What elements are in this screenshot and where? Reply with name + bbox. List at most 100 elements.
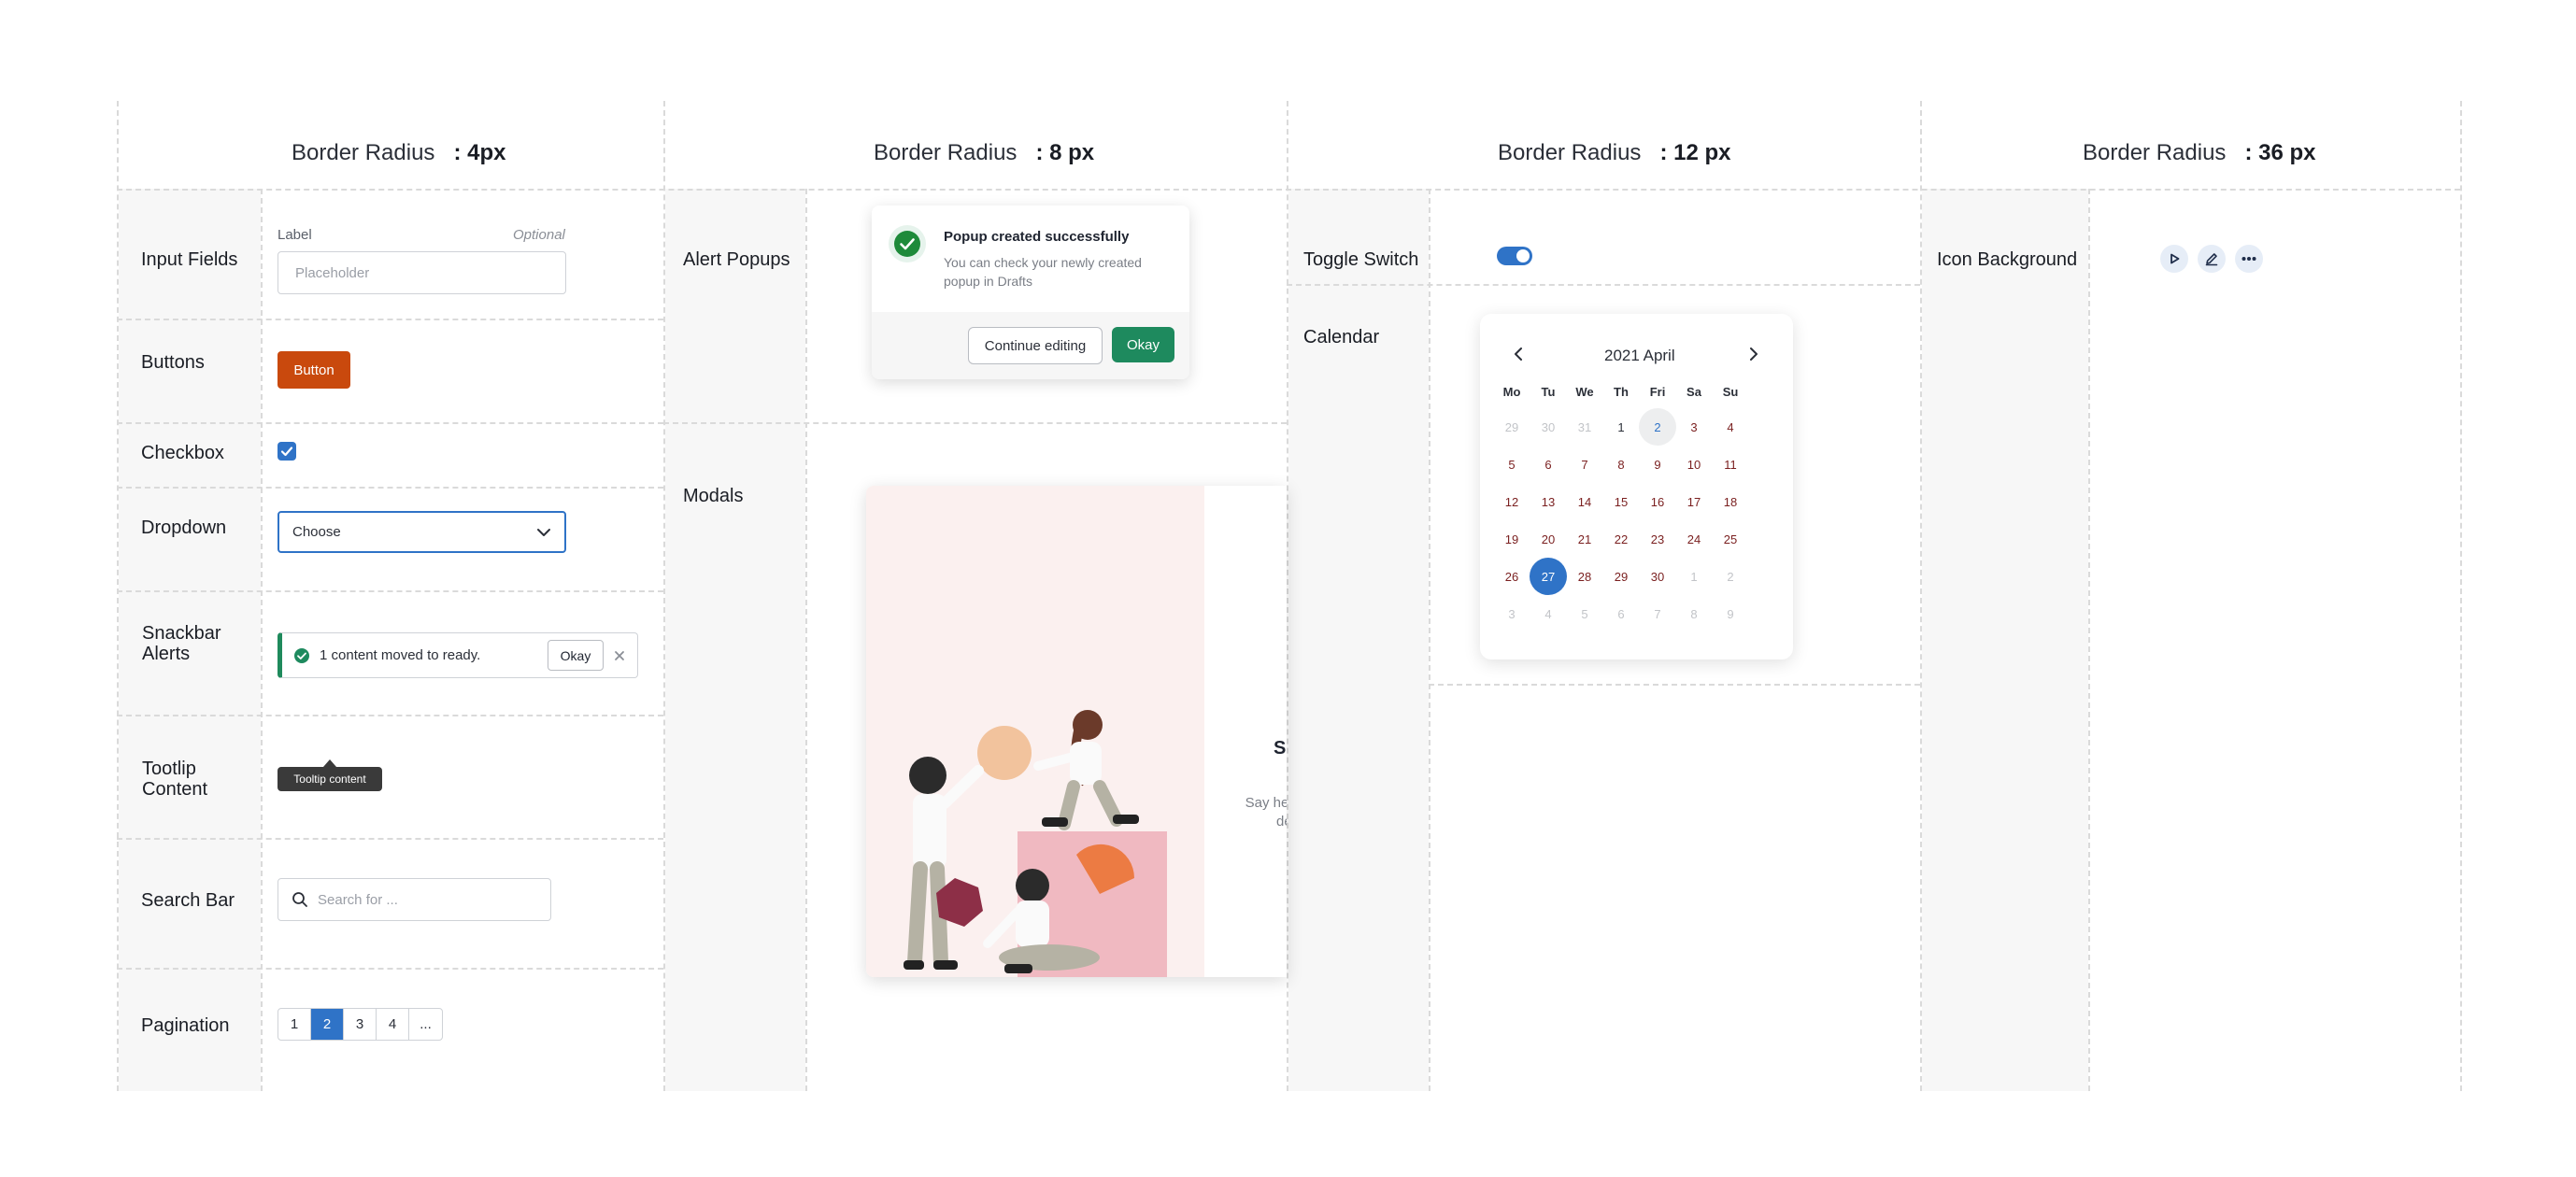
- calendar-day[interactable]: 5: [1493, 446, 1530, 483]
- page-button[interactable]: 4: [377, 1009, 409, 1040]
- calendar-day[interactable]: 20: [1530, 520, 1567, 558]
- column-header-8px: Border Radius : 8 px: [874, 140, 1094, 166]
- play-icon-button[interactable]: [2160, 245, 2188, 273]
- calendar-day[interactable]: 31: [1566, 408, 1603, 446]
- alert-body: You can check your newly created popup i…: [944, 253, 1142, 291]
- calendar-day[interactable]: 9: [1639, 446, 1676, 483]
- people-illustration: [904, 710, 1167, 977]
- calendar-day[interactable]: 25: [1712, 520, 1749, 558]
- calendar-day[interactable]: 7: [1566, 446, 1603, 483]
- alert-body-line: You can check your newly created: [944, 255, 1142, 270]
- calendar-day[interactable]: 1: [1602, 408, 1640, 446]
- calendar-day[interactable]: 24: [1675, 520, 1713, 558]
- calendar-day[interactable]: 2: [1712, 558, 1749, 595]
- calendar-day[interactable]: 13: [1530, 483, 1567, 520]
- calendar-day[interactable]: 15: [1602, 483, 1640, 520]
- calendar-day[interactable]: 19: [1493, 520, 1530, 558]
- calendar-day[interactable]: 3: [1493, 595, 1530, 632]
- calendar-day[interactable]: 4: [1712, 408, 1749, 446]
- calendar-day[interactable]: 18: [1712, 483, 1749, 520]
- dropdown-select[interactable]: Choose: [278, 511, 566, 553]
- calendar-day[interactable]: 6: [1602, 595, 1640, 632]
- calendar-day[interactable]: 8: [1602, 446, 1640, 483]
- calendar-day[interactable]: 8: [1675, 595, 1713, 632]
- calendar-day-selected[interactable]: 27: [1530, 558, 1567, 595]
- calendar-weekday: Su: [1722, 385, 1739, 399]
- calendar-day[interactable]: 4: [1530, 595, 1567, 632]
- checkbox[interactable]: [278, 442, 296, 461]
- calendar-day[interactable]: 9: [1712, 595, 1749, 632]
- calendar-day[interactable]: 3: [1675, 408, 1713, 446]
- row-label-pagination: Pagination: [141, 1015, 230, 1036]
- close-icon[interactable]: [613, 649, 626, 662]
- row-label-input-fields: Input Fields: [141, 249, 238, 270]
- page-button-active[interactable]: 2: [311, 1009, 344, 1040]
- row-label-search-bar: Search Bar: [141, 890, 235, 911]
- calendar-day[interactable]: 28: [1566, 558, 1603, 595]
- tooltip-arrow: [323, 759, 336, 767]
- row-label-line: Alerts: [142, 644, 191, 664]
- continue-editing-button[interactable]: Continue editing: [968, 327, 1103, 364]
- calendar-day[interactable]: 5: [1566, 595, 1603, 632]
- row-label-dropdown: Dropdown: [141, 518, 227, 538]
- search-icon: [292, 892, 307, 907]
- calendar-day[interactable]: 16: [1639, 483, 1676, 520]
- calendar-day[interactable]: 7: [1639, 595, 1676, 632]
- calendar-day[interactable]: 21: [1566, 520, 1603, 558]
- toggle-switch[interactable]: [1497, 247, 1532, 265]
- chevron-right-icon[interactable]: [1747, 346, 1760, 362]
- calendar-weekday: We: [1575, 385, 1594, 399]
- modal-body-partial: Say hel de: [1239, 794, 1287, 831]
- more-icon-button[interactable]: [2235, 245, 2263, 273]
- calendar-weekday: Sa: [1686, 385, 1701, 399]
- row-label-line: Snackbar: [142, 623, 221, 644]
- search-bar[interactable]: Search for ...: [278, 878, 551, 921]
- chevron-down-icon: [537, 528, 550, 536]
- calendar-day[interactable]: 30: [1639, 558, 1676, 595]
- modal-body-line: Say hel: [1245, 795, 1287, 811]
- row-label-buttons: Buttons: [141, 352, 205, 373]
- field-optional-label: Optional: [513, 227, 565, 243]
- calendar-day[interactable]: 22: [1602, 520, 1640, 558]
- okay-button[interactable]: Okay: [1112, 327, 1174, 362]
- calendar-day[interactable]: 11: [1712, 446, 1749, 483]
- alert-popup: Popup created successfully You can check…: [872, 206, 1189, 379]
- calendar-day[interactable]: 30: [1530, 408, 1567, 446]
- pagination: 1 2 3 4 ...: [278, 1008, 443, 1041]
- calendar-day[interactable]: 29: [1602, 558, 1640, 595]
- calendar-day[interactable]: 1: [1675, 558, 1713, 595]
- modal-illustration-panel: [866, 486, 1204, 977]
- chevron-left-icon[interactable]: [1512, 346, 1525, 362]
- success-check-icon: [889, 225, 926, 262]
- dropdown-value: Choose: [292, 524, 341, 540]
- text-input[interactable]: Placeholder: [278, 251, 566, 294]
- calendar-day[interactable]: 6: [1530, 446, 1567, 483]
- row-label-toggle-switch: Toggle Switch: [1303, 249, 1419, 270]
- column-header-12px: Border Radius : 12 px: [1498, 140, 1730, 166]
- calendar-weekday: Th: [1614, 385, 1629, 399]
- page-button[interactable]: 3: [344, 1009, 377, 1040]
- column-header-value: : 8 px: [1035, 140, 1095, 165]
- row-label-tooltip: Tootlip Content: [142, 759, 207, 800]
- column-header-value: : 12 px: [1659, 140, 1731, 165]
- more-icon: [2242, 257, 2256, 261]
- column-header-36px: Border Radius : 36 px: [2083, 140, 2315, 166]
- calendar-day[interactable]: 14: [1566, 483, 1603, 520]
- play-icon: [2170, 253, 2180, 264]
- calendar-day[interactable]: 17: [1675, 483, 1713, 520]
- page-ellipsis-button[interactable]: ...: [409, 1009, 442, 1040]
- toggle-knob: [1516, 249, 1530, 262]
- modal: Sn Say hel de: [866, 486, 1287, 977]
- snackbar-okay-button[interactable]: Okay: [548, 640, 604, 671]
- calendar-day[interactable]: 29: [1493, 408, 1530, 446]
- column-header-value: : 4px: [453, 140, 506, 165]
- calendar-day[interactable]: 23: [1639, 520, 1676, 558]
- primary-button[interactable]: Button: [278, 351, 350, 389]
- calendar-day[interactable]: 12: [1493, 483, 1530, 520]
- calendar-day[interactable]: 2: [1639, 408, 1676, 446]
- snackbar-alert: 1 content moved to ready. Okay: [278, 632, 638, 678]
- page-button[interactable]: 1: [278, 1009, 311, 1040]
- calendar-day[interactable]: 26: [1493, 558, 1530, 595]
- edit-icon-button[interactable]: [2198, 245, 2226, 273]
- calendar-day[interactable]: 10: [1675, 446, 1713, 483]
